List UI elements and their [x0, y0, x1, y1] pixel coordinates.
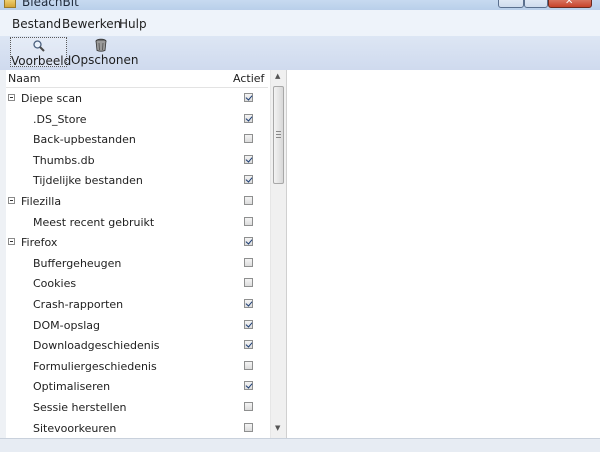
magnifier-icon [32, 39, 46, 53]
window-title: BleachBit [22, 0, 79, 9]
menu-bewerken[interactable]: Bewerken [62, 17, 121, 31]
status-bar [0, 438, 600, 452]
trash-can-icon [94, 38, 108, 52]
active-checkbox[interactable] [244, 278, 253, 287]
tree-row-label: Meest recent gebruikt [33, 216, 154, 229]
tree-row-label: Buffergeheugen [33, 257, 121, 270]
menu-bar: Bestand Bewerken Hulp [0, 10, 600, 37]
active-checkbox[interactable] [244, 155, 253, 164]
close-button[interactable]: ✕ [548, 0, 592, 8]
tree-row-label: Cookies [33, 277, 76, 290]
tree-row-label: Optimaliseren [33, 380, 110, 393]
active-checkbox[interactable] [244, 299, 253, 308]
active-checkbox[interactable] [244, 196, 253, 205]
menu-hulp[interactable]: Hulp [119, 17, 147, 31]
collapse-icon[interactable] [8, 94, 15, 101]
tree-scrollbar[interactable]: ▲ ▼ [270, 70, 287, 438]
tree-item-row[interactable]: Formuliergeschiedenis [6, 356, 268, 377]
active-checkbox[interactable] [244, 381, 253, 390]
minimize-button[interactable] [498, 0, 524, 8]
title-bar: BleachBit ✕ [0, 0, 600, 10]
active-checkbox[interactable] [244, 258, 253, 267]
preview-label: Voorbeeld [11, 54, 66, 68]
active-checkbox[interactable] [244, 217, 253, 226]
column-active-header[interactable]: Actief [233, 72, 264, 85]
scroll-down-arrow-icon[interactable]: ▼ [275, 424, 280, 432]
toolbar: Voorbeeld Opschonen [0, 36, 600, 71]
tree-group-row[interactable]: Firefox [6, 232, 268, 253]
tree-row-label: DOM-opslag [33, 319, 100, 332]
tree-rows: Diepe scan .DS_Store Back-upbestanden Thumb… [6, 88, 268, 438]
tree-row-label: Back-upbestanden [33, 133, 136, 146]
active-checkbox[interactable] [244, 423, 253, 432]
maximize-button[interactable] [524, 0, 548, 8]
active-checkbox[interactable] [244, 361, 253, 370]
preview-button[interactable]: Voorbeeld [10, 37, 67, 67]
menu-bestand[interactable]: Bestand [12, 17, 61, 31]
scroll-thumb[interactable] [273, 86, 284, 184]
active-checkbox[interactable] [244, 402, 253, 411]
tree-row-label: .DS_Store [33, 113, 87, 126]
tree-row-label: Thumbs.db [33, 154, 95, 167]
active-checkbox[interactable] [244, 237, 253, 246]
app-icon [4, 0, 16, 8]
tree-row-label: Sessie herstellen [33, 401, 126, 414]
tree-item-row[interactable]: Back-upbestanden [6, 129, 268, 150]
tree-item-row[interactable]: Optimaliseren [6, 376, 268, 397]
tree-group-row[interactable]: Diepe scan [6, 88, 268, 109]
tree-item-row[interactable]: Downloadgeschiedenis [6, 335, 268, 356]
tree-item-row[interactable]: Thumbs.db [6, 150, 268, 171]
tree-item-row[interactable]: Tijdelijke bestanden [6, 170, 268, 191]
active-checkbox[interactable] [244, 93, 253, 102]
collapse-icon[interactable] [8, 197, 15, 204]
close-icon: ✕ [565, 0, 573, 7]
tree-row-label: Formuliergeschiedenis [33, 360, 157, 373]
tree-row-label: Sitevoorkeuren [33, 422, 116, 435]
tree-row-label: Downloadgeschiedenis [33, 339, 160, 352]
active-checkbox[interactable] [244, 175, 253, 184]
active-checkbox[interactable] [244, 320, 253, 329]
column-header: Naam Actief [6, 70, 268, 88]
tree-item-row[interactable]: Meest recent gebruikt [6, 212, 268, 233]
clean-button[interactable]: Opschonen [71, 37, 131, 67]
tree-item-row[interactable]: Buffergeheugen [6, 253, 268, 274]
tree-item-row[interactable]: Sessie herstellen [6, 397, 268, 418]
grip-icon [276, 131, 281, 138]
details-pane [287, 70, 600, 438]
active-checkbox[interactable] [244, 340, 253, 349]
tree-row-label: Filezilla [21, 195, 61, 208]
tree-row-label: Diepe scan [21, 92, 82, 105]
tree-item-row[interactable]: Crash-rapporten [6, 294, 268, 315]
tree-item-row[interactable]: .DS_Store [6, 109, 268, 130]
tree-row-label: Firefox [21, 236, 57, 249]
active-checkbox[interactable] [244, 114, 253, 123]
tree-item-row[interactable]: Cookies [6, 273, 268, 294]
column-name-header[interactable]: Naam [8, 72, 40, 85]
scroll-up-arrow-icon[interactable]: ▲ [275, 72, 280, 80]
tree-group-row[interactable]: Filezilla [6, 191, 268, 212]
tree-row-label: Crash-rapporten [33, 298, 123, 311]
cleaner-tree: Naam Actief Diepe scan .DS_Store Back-upbe… [6, 70, 287, 438]
active-checkbox[interactable] [244, 134, 253, 143]
collapse-icon[interactable] [8, 238, 15, 245]
clean-label: Opschonen [71, 53, 131, 67]
tree-row-label: Tijdelijke bestanden [33, 174, 143, 187]
tree-item-row[interactable]: DOM-opslag [6, 315, 268, 336]
tree-item-row[interactable]: Sitevoorkeuren [6, 418, 268, 439]
